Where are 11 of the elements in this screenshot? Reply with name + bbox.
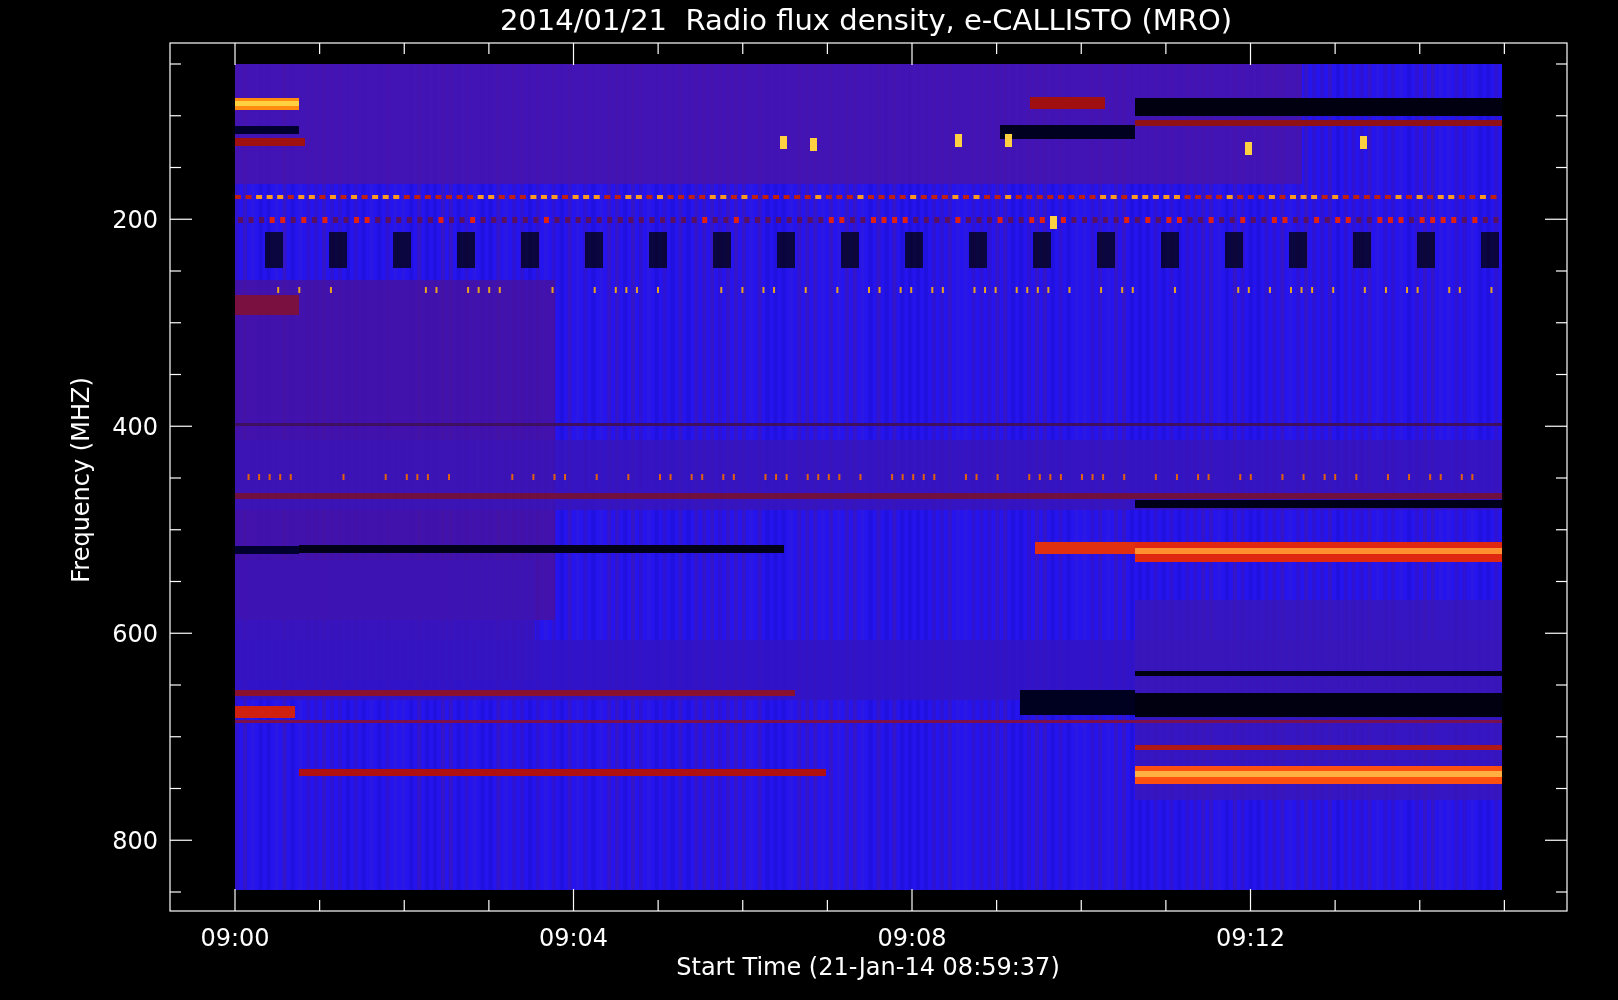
x-tick-label: 09:08 (877, 924, 947, 952)
y-tick-label: 600 (112, 620, 158, 648)
x-tick-label: 09:00 (200, 924, 270, 952)
y-tick-label: 800 (112, 827, 158, 855)
y-tick-label: 200 (112, 206, 158, 234)
x-tick-label: 09:04 (538, 924, 609, 952)
plot-title: 2014/01/21 Radio flux density, e-CALLISTO (MRO) (499, 3, 1233, 37)
y-axis-label: Frequency (MHZ) (67, 377, 95, 583)
y-tick-label: 400 (112, 413, 158, 441)
x-tick-label: 09:12 (1215, 924, 1286, 952)
x-axis-label: Start Time (21-Jan-14 08:59:37) (676, 953, 1060, 981)
